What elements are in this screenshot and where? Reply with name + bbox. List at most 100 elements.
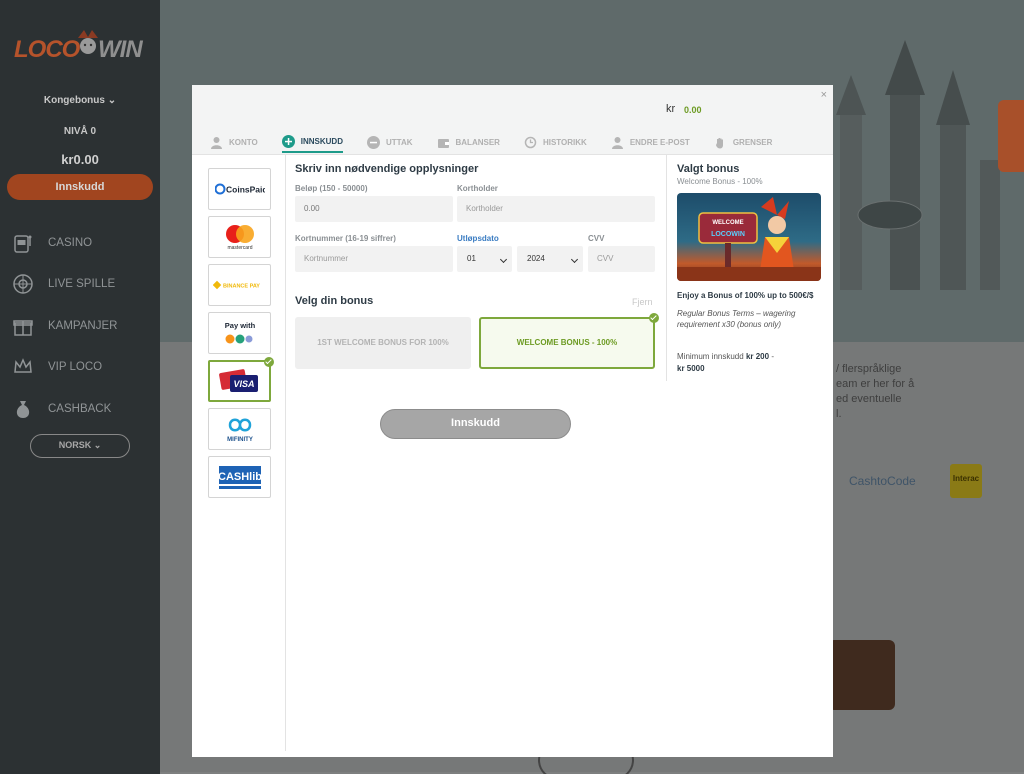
max-deposit-value: kr 5000 bbox=[677, 364, 705, 373]
chevron-down-icon: ⌄ bbox=[107, 95, 117, 106]
payment-methods-list: CoinsPaid mastercard BINANCE PAY Pay wit… bbox=[202, 155, 286, 751]
bonus-option-first-welcome[interactable]: 1ST WELCOME BONUS FOR 100% bbox=[295, 317, 471, 369]
chevron-down-icon: ⌄ bbox=[93, 440, 102, 450]
logo-text-win: WIN bbox=[98, 36, 143, 63]
sidebar-item-label: VIP LOCO bbox=[48, 361, 103, 374]
range-separator: - bbox=[771, 352, 774, 361]
visa-text: VISA bbox=[233, 379, 254, 389]
jester-welcome-illustration: WELCOME LOCOWIN bbox=[677, 197, 821, 281]
sidebar-item-casino[interactable]: CASINO bbox=[0, 222, 160, 264]
background-text-line: ed eventuelle bbox=[836, 393, 902, 405]
locowin-logo[interactable]: LOCO WIN bbox=[14, 22, 148, 74]
user-icon bbox=[211, 136, 222, 149]
tab-grenser[interactable]: GRENSER bbox=[714, 131, 772, 153]
amount-input[interactable]: 0.00 bbox=[295, 196, 453, 222]
chevron-down-icon bbox=[499, 255, 508, 264]
cashtocode-logo: CashtoCode bbox=[849, 474, 916, 488]
expiry-month-select[interactable]: 01 bbox=[457, 246, 512, 272]
visa-card-logo: VISA bbox=[218, 369, 258, 392]
tab-label: HISTORIKK bbox=[542, 137, 587, 147]
close-icon[interactable]: × bbox=[821, 89, 827, 101]
selected-bonus-subtitle: Welcome Bonus - 100% bbox=[677, 177, 763, 186]
deposit-submit-button[interactable]: Innskudd bbox=[380, 409, 571, 439]
bonus-dropdown-label: Kongebonus bbox=[43, 95, 105, 106]
modal-header: × kr 0.00 KONTO INNSKUDD UTTAK BALANSER bbox=[192, 85, 833, 155]
cardnumber-label: Kortnummer (16-19 siffrer) bbox=[295, 234, 396, 243]
cashlib-text: CASHlib bbox=[218, 471, 262, 483]
payment-method-crypto[interactable]: Pay with bbox=[208, 312, 271, 354]
tab-label: INNSKUDD bbox=[300, 136, 343, 146]
payment-method-coinspaid[interactable]: CoinsPaid bbox=[208, 168, 271, 210]
sidebar-item-cashback[interactable]: CASHBACK bbox=[0, 388, 160, 430]
background-text-line: eam er her for å bbox=[836, 378, 915, 390]
tab-historikk[interactable]: HISTORIKK bbox=[524, 131, 587, 153]
gift-icon bbox=[13, 320, 33, 336]
tab-innskudd[interactable]: INNSKUDD bbox=[281, 131, 343, 153]
expiry-year-select[interactable]: 2024 bbox=[517, 246, 583, 272]
pay-with-crypto-logo: Pay with bbox=[224, 321, 255, 344]
plus-circle-icon bbox=[281, 134, 295, 148]
bonus-option-welcome[interactable]: WELCOME BONUS - 100% bbox=[479, 313, 659, 369]
chevron-down-icon bbox=[570, 255, 579, 264]
minus-circle-icon bbox=[366, 135, 380, 149]
sidebar-item-label: KAMPANJER bbox=[48, 319, 118, 332]
sidebar-item-label: CASINO bbox=[48, 236, 93, 249]
sidebar: LOCO WIN Kongebonus ⌄ NIVÅ 0 kr0.00 Inns… bbox=[0, 0, 160, 774]
bonus-option-label: WELCOME BONUS - 100% bbox=[516, 338, 618, 347]
sidebar-item-promotions[interactable]: KAMPANJER bbox=[0, 305, 160, 347]
background-text-line: / flerspråklige bbox=[836, 363, 902, 375]
level-label: NIVÅ 0 bbox=[63, 126, 97, 137]
coinspaid-logo: CoinsPaid bbox=[214, 183, 265, 195]
tab-label: BALANSER bbox=[455, 137, 500, 147]
sidebar-balance: kr0.00 bbox=[61, 152, 99, 167]
tab-konto[interactable]: KONTO bbox=[210, 131, 258, 153]
tab-endre-epost[interactable]: ENDRE E-POST bbox=[611, 131, 690, 153]
castle-illustration bbox=[836, 40, 1000, 290]
cvv-input[interactable]: CVV bbox=[588, 246, 655, 272]
coinspaid-text: CoinsPaid bbox=[226, 185, 265, 195]
tab-uttak[interactable]: UTTAK bbox=[366, 131, 413, 153]
user-edit-icon bbox=[611, 136, 623, 149]
banner-welcome-text: WELCOME bbox=[712, 220, 743, 226]
selected-bonus-panel: Valgt bonus Welcome Bonus - 100% WELCOME… bbox=[666, 155, 833, 381]
sidebar-item-live[interactable]: LIVE SPILLE bbox=[0, 264, 160, 306]
tab-balanser[interactable]: BALANSER bbox=[437, 131, 500, 153]
cvv-label: CVV bbox=[588, 234, 605, 243]
expiry-year-value: 2024 bbox=[527, 254, 545, 263]
hand-icon bbox=[715, 137, 723, 148]
payment-method-cashlib[interactable]: CASHlib bbox=[208, 456, 271, 498]
mifinity-logo: MIFINITY bbox=[227, 418, 252, 443]
cardnumber-input[interactable]: Kortnummer bbox=[295, 246, 453, 272]
bonus-dropdown[interactable]: Kongebonus ⌄ bbox=[0, 95, 160, 106]
payment-method-mastercard[interactable]: mastercard bbox=[208, 216, 271, 258]
cashlib-logo: CASHlib bbox=[218, 466, 262, 489]
sidebar-item-vip[interactable]: VIP LOCO bbox=[0, 347, 160, 389]
background-text-line: l. bbox=[836, 408, 842, 420]
mastercard-logo: mastercard bbox=[225, 225, 254, 251]
roulette-icon bbox=[13, 274, 33, 294]
tab-label: ENDRE E-POST bbox=[629, 137, 690, 147]
bonus-section-title: Velg din bonus bbox=[295, 295, 374, 307]
pay-with-text: Pay with bbox=[224, 321, 255, 330]
tab-label: KONTO bbox=[229, 137, 258, 147]
payment-method-mifinity[interactable]: MIFINITY bbox=[208, 408, 271, 450]
game-tile[interactable] bbox=[828, 640, 895, 710]
payment-method-visa[interactable]: VISA bbox=[208, 357, 274, 402]
deposit-modal: × kr 0.00 KONTO INNSKUDD UTTAK BALANSER bbox=[192, 85, 833, 757]
sidebar-deposit-button[interactable]: Innskudd bbox=[7, 174, 153, 200]
payment-method-binance[interactable]: BINANCE PAY bbox=[208, 264, 271, 306]
binance-text: BINANCE PAY bbox=[223, 284, 260, 290]
support-tab[interactable] bbox=[998, 100, 1024, 172]
language-select[interactable]: NORSK ⌄ bbox=[30, 434, 130, 458]
remove-bonus-link[interactable]: Fjern bbox=[632, 297, 653, 307]
cardholder-input[interactable]: Kortholder bbox=[457, 196, 655, 222]
background-info-text: / flerspråklige eam er her for å ed even… bbox=[836, 362, 914, 422]
form-title: Skriv inn nødvendige opplysninger bbox=[295, 163, 479, 175]
min-deposit-label: Minimum innskudd bbox=[677, 352, 744, 361]
logo-text-loco: LOCO bbox=[14, 36, 80, 63]
amount-label: Beløp (150 - 50000) bbox=[295, 184, 368, 193]
language-label: NORSK bbox=[58, 440, 92, 450]
sidebar-item-label: CASHBACK bbox=[48, 402, 112, 415]
banner-locowin-text: LOCOWIN bbox=[711, 231, 745, 238]
mastercard-text: mastercard bbox=[227, 245, 252, 251]
